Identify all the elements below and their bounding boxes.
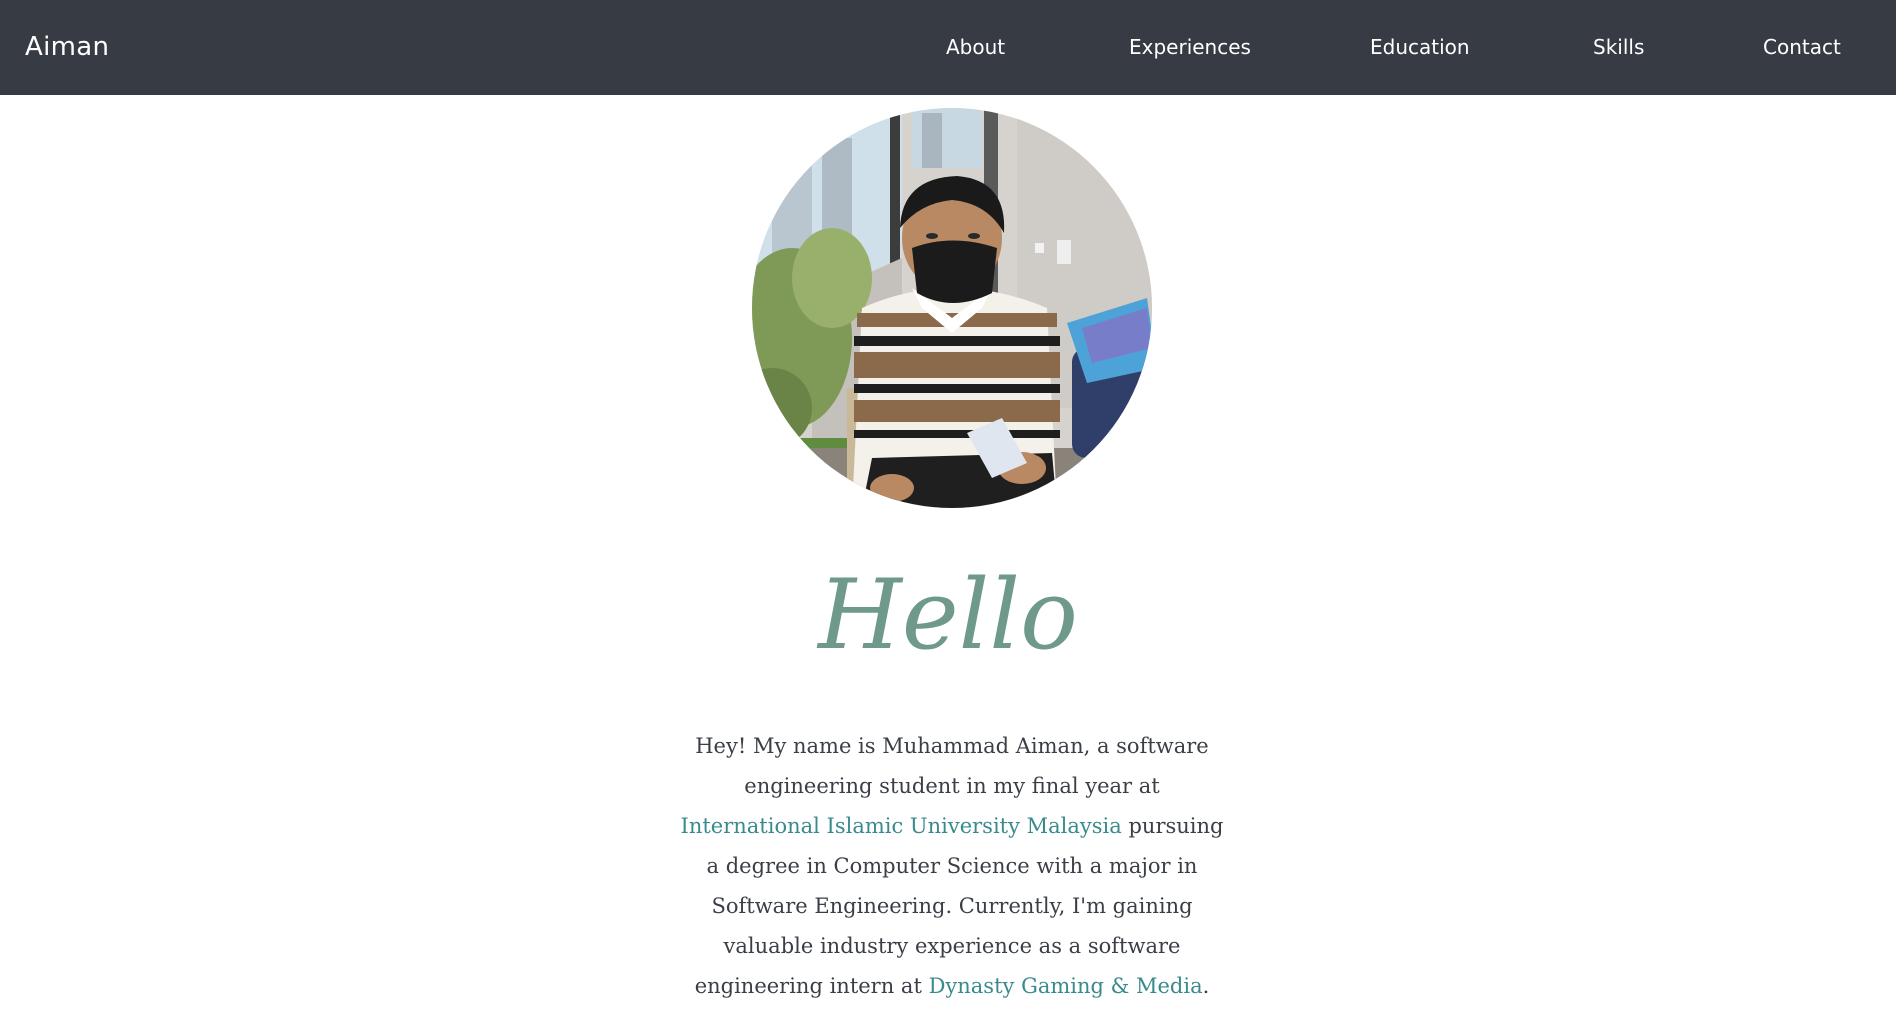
nav-link-education[interactable]: Education: [1370, 0, 1470, 95]
nav-link-contact[interactable]: Contact: [1763, 0, 1841, 95]
profile-photo: [752, 108, 1152, 508]
intro-text-part2: pursuing a degree in Computer Science wi…: [694, 814, 1224, 998]
company-link[interactable]: Dynasty Gaming & Media: [929, 974, 1203, 998]
nav-link-about[interactable]: About: [946, 0, 1005, 95]
brand-logo-link[interactable]: Aiman: [25, 0, 109, 95]
intro-paragraph: Hey! My name is Muhammad Aiman, a softwa…: [678, 726, 1226, 1006]
navbar: Aiman About Experiences Education Skills…: [0, 0, 1896, 95]
hello-script-text: Hello: [816, 559, 1078, 671]
university-link[interactable]: International Islamic University Malaysi…: [681, 814, 1122, 838]
profile-photo-illustration: [752, 108, 1152, 508]
nav-link-experiences[interactable]: Experiences: [1129, 0, 1251, 95]
svg-text:Hello: Hello: [816, 559, 1078, 671]
nav-link-skills[interactable]: Skills: [1593, 0, 1644, 95]
hello-heading: Hello: [0, 556, 1896, 676]
intro-text-part1: Hey! My name is Muhammad Aiman, a softwa…: [695, 734, 1209, 798]
intro-text-part3: .: [1202, 974, 1210, 998]
